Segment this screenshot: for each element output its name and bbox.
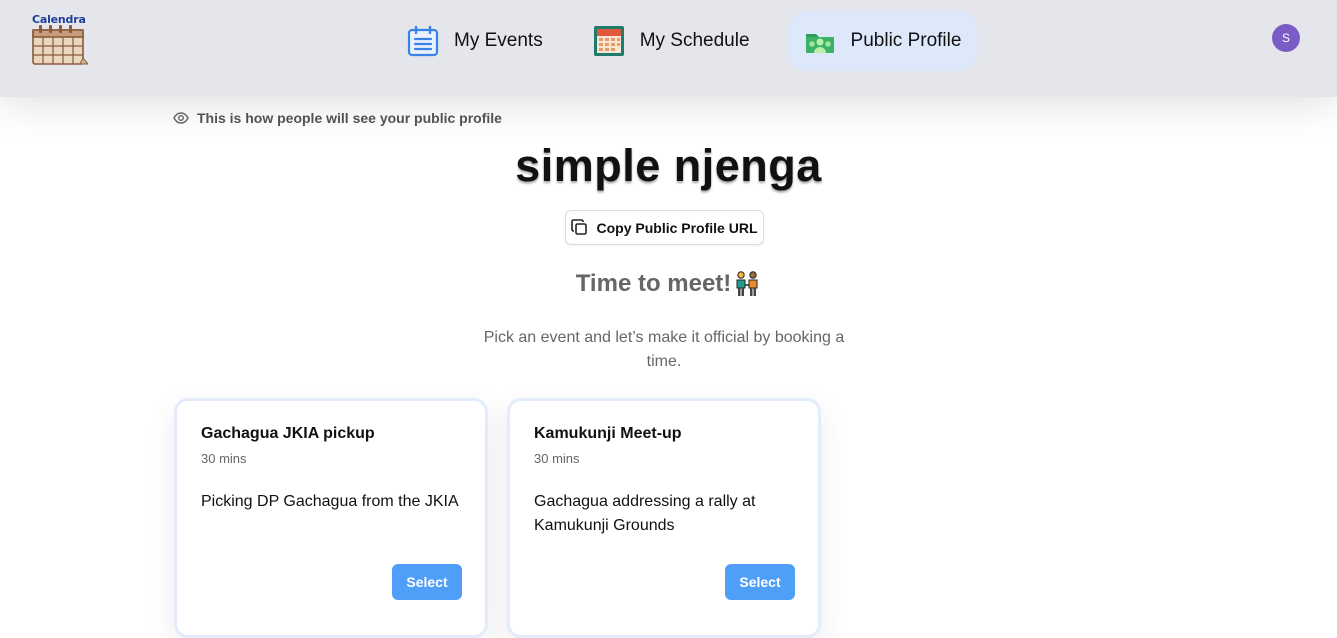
notice-text: This is how people will see your public …: [197, 110, 502, 126]
main-nav: My Events My Schedule Public Profile: [395, 11, 978, 71]
copy-icon: [571, 219, 588, 236]
profile-name: simple njenga: [515, 140, 822, 191]
calendar-grid-icon: [593, 25, 625, 57]
nav-my-schedule[interactable]: My Schedule: [581, 11, 766, 71]
calendra-logo[interactable]: Calendra: [28, 10, 92, 68]
event-card: Kamukunji Meet-up 30 mins Gachagua addre…: [507, 398, 821, 638]
event-title: Gachagua JKIA pickup: [201, 425, 375, 442]
eye-icon: [173, 110, 189, 126]
people-holding-hands-icon: [733, 270, 761, 298]
event-duration: 30 mins: [201, 451, 247, 466]
select-event-button[interactable]: Select: [725, 564, 795, 600]
calendar-list-icon: [407, 25, 439, 57]
nav-my-schedule-label: My Schedule: [639, 30, 750, 51]
event-description: Picking DP Gachagua from the JKIA: [201, 493, 459, 510]
nav-public-profile[interactable]: Public Profile: [787, 11, 978, 71]
user-avatar[interactable]: S: [1272, 24, 1300, 52]
nav-my-events-label: My Events: [454, 30, 543, 51]
copy-profile-url-button[interactable]: Copy Public Profile URL: [565, 210, 764, 245]
event-duration: 30 mins: [534, 451, 580, 466]
meet-heading: Time to meet!: [0, 270, 1337, 298]
top-navigation-bar: Calendra My Events My Schedule Public Pr…: [0, 0, 1337, 97]
event-description: Gachagua addressing a rally at Kamukunji…: [534, 493, 756, 534]
nav-public-profile-label: Public Profile: [850, 30, 962, 51]
select-event-button[interactable]: Select: [392, 564, 462, 600]
public-profile-notice: This is how people will see your public …: [173, 110, 502, 126]
calendar-logo-icon: [32, 25, 88, 65]
meet-subtitle: Pick an event and let’s make it official…: [483, 329, 845, 370]
people-folder-icon: [804, 25, 836, 57]
event-card: Gachagua JKIA pickup 30 mins Picking DP …: [174, 398, 488, 638]
event-title: Kamukunji Meet-up: [534, 425, 682, 442]
nav-my-events[interactable]: My Events: [395, 11, 559, 71]
copy-profile-url-label: Copy Public Profile URL: [596, 219, 758, 236]
meet-heading-text: Time to meet!: [575, 270, 732, 297]
